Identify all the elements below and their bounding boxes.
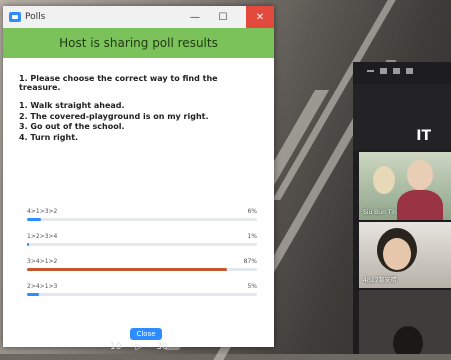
puppet-figure bbox=[373, 166, 395, 194]
participant-name: 4B17黎安晴 bbox=[363, 277, 397, 284]
split-view-icon[interactable] bbox=[393, 68, 400, 74]
result-label: 1>2>3>4 bbox=[27, 233, 58, 240]
result-row: 1>2>3>4 1% bbox=[27, 233, 257, 258]
result-row: 2>4>1>3 5% bbox=[27, 283, 257, 308]
zoom-icon bbox=[9, 12, 21, 22]
result-percent: 5% bbox=[247, 283, 257, 290]
option-item: 3. Go out of the school. bbox=[19, 122, 125, 131]
polls-window: Polls — ☐ ✕ Host is sharing poll results… bbox=[3, 6, 274, 347]
result-bar-fill bbox=[27, 218, 41, 221]
minimize-button[interactable]: — bbox=[184, 6, 206, 28]
result-percent: 1% bbox=[247, 233, 257, 240]
option-item: 1. Walk straight ahead. bbox=[19, 101, 125, 110]
option-list: 1. Walk straight ahead. 2. The covered-p… bbox=[19, 101, 258, 143]
view-toolbar bbox=[353, 62, 451, 80]
participant-video-tile[interactable] bbox=[359, 290, 451, 354]
play-button[interactable]: ▷ bbox=[135, 342, 142, 352]
result-bar-track bbox=[27, 268, 257, 271]
poll-banner: Host is sharing poll results bbox=[3, 28, 274, 58]
result-row: 4>1>3>2 6% bbox=[27, 208, 257, 233]
result-label: 4>1>3>2 bbox=[27, 208, 58, 215]
poll-question: 1. Please choose the correct way to find… bbox=[19, 74, 218, 92]
host-name: IT bbox=[416, 128, 431, 144]
forward-button[interactable]: 30 bbox=[156, 342, 167, 352]
person-face bbox=[383, 238, 411, 270]
grid-view-icon[interactable] bbox=[406, 68, 413, 74]
participant-video-tile[interactable]: 4B17黎安晴 bbox=[359, 222, 451, 288]
result-percent: 87% bbox=[243, 258, 257, 265]
polls-titlebar[interactable]: Polls — ☐ ✕ bbox=[3, 6, 274, 28]
result-label: 3>4>1>2 bbox=[27, 258, 58, 265]
option-item: 4. Turn right. bbox=[19, 132, 79, 142]
result-bar-fill bbox=[27, 293, 39, 296]
result-bar-track bbox=[27, 243, 257, 246]
rewind-button[interactable]: 10 bbox=[110, 342, 121, 352]
poll-results: 4>1>3>2 6% 1>2>3>4 1% 3>4>1>2 87% 2>4>1>… bbox=[27, 208, 257, 308]
result-bar-fill bbox=[27, 268, 228, 271]
window-title: Polls bbox=[25, 12, 46, 22]
host-video-tile[interactable]: IT bbox=[353, 84, 451, 150]
result-bar-track bbox=[27, 293, 257, 296]
result-percent: 6% bbox=[247, 208, 257, 215]
person-figure bbox=[407, 160, 433, 190]
single-view-icon[interactable] bbox=[380, 68, 387, 74]
result-row: 3>4>1>2 87% bbox=[27, 258, 257, 283]
person-figure bbox=[393, 326, 423, 354]
close-button[interactable]: Close bbox=[130, 328, 162, 340]
result-label: 2>4>1>3 bbox=[27, 283, 58, 290]
result-bar-track bbox=[27, 218, 257, 221]
participant-name: Siu Bun Tin bbox=[363, 209, 397, 216]
minimize-panel-icon[interactable] bbox=[367, 70, 374, 72]
close-window-button[interactable]: ✕ bbox=[246, 6, 274, 28]
participant-video-tile[interactable]: Siu Bun Tin bbox=[359, 152, 451, 220]
playback-controls: 10 ▷ 30 bbox=[110, 342, 168, 352]
option-item: 2. The covered-playground is on my right… bbox=[19, 111, 209, 121]
person-body bbox=[397, 190, 443, 220]
result-bar-fill bbox=[27, 243, 30, 246]
maximize-button[interactable]: ☐ bbox=[212, 6, 234, 28]
participant-panel: IT Siu Bun Tin 4B17黎安晴 bbox=[353, 62, 451, 354]
